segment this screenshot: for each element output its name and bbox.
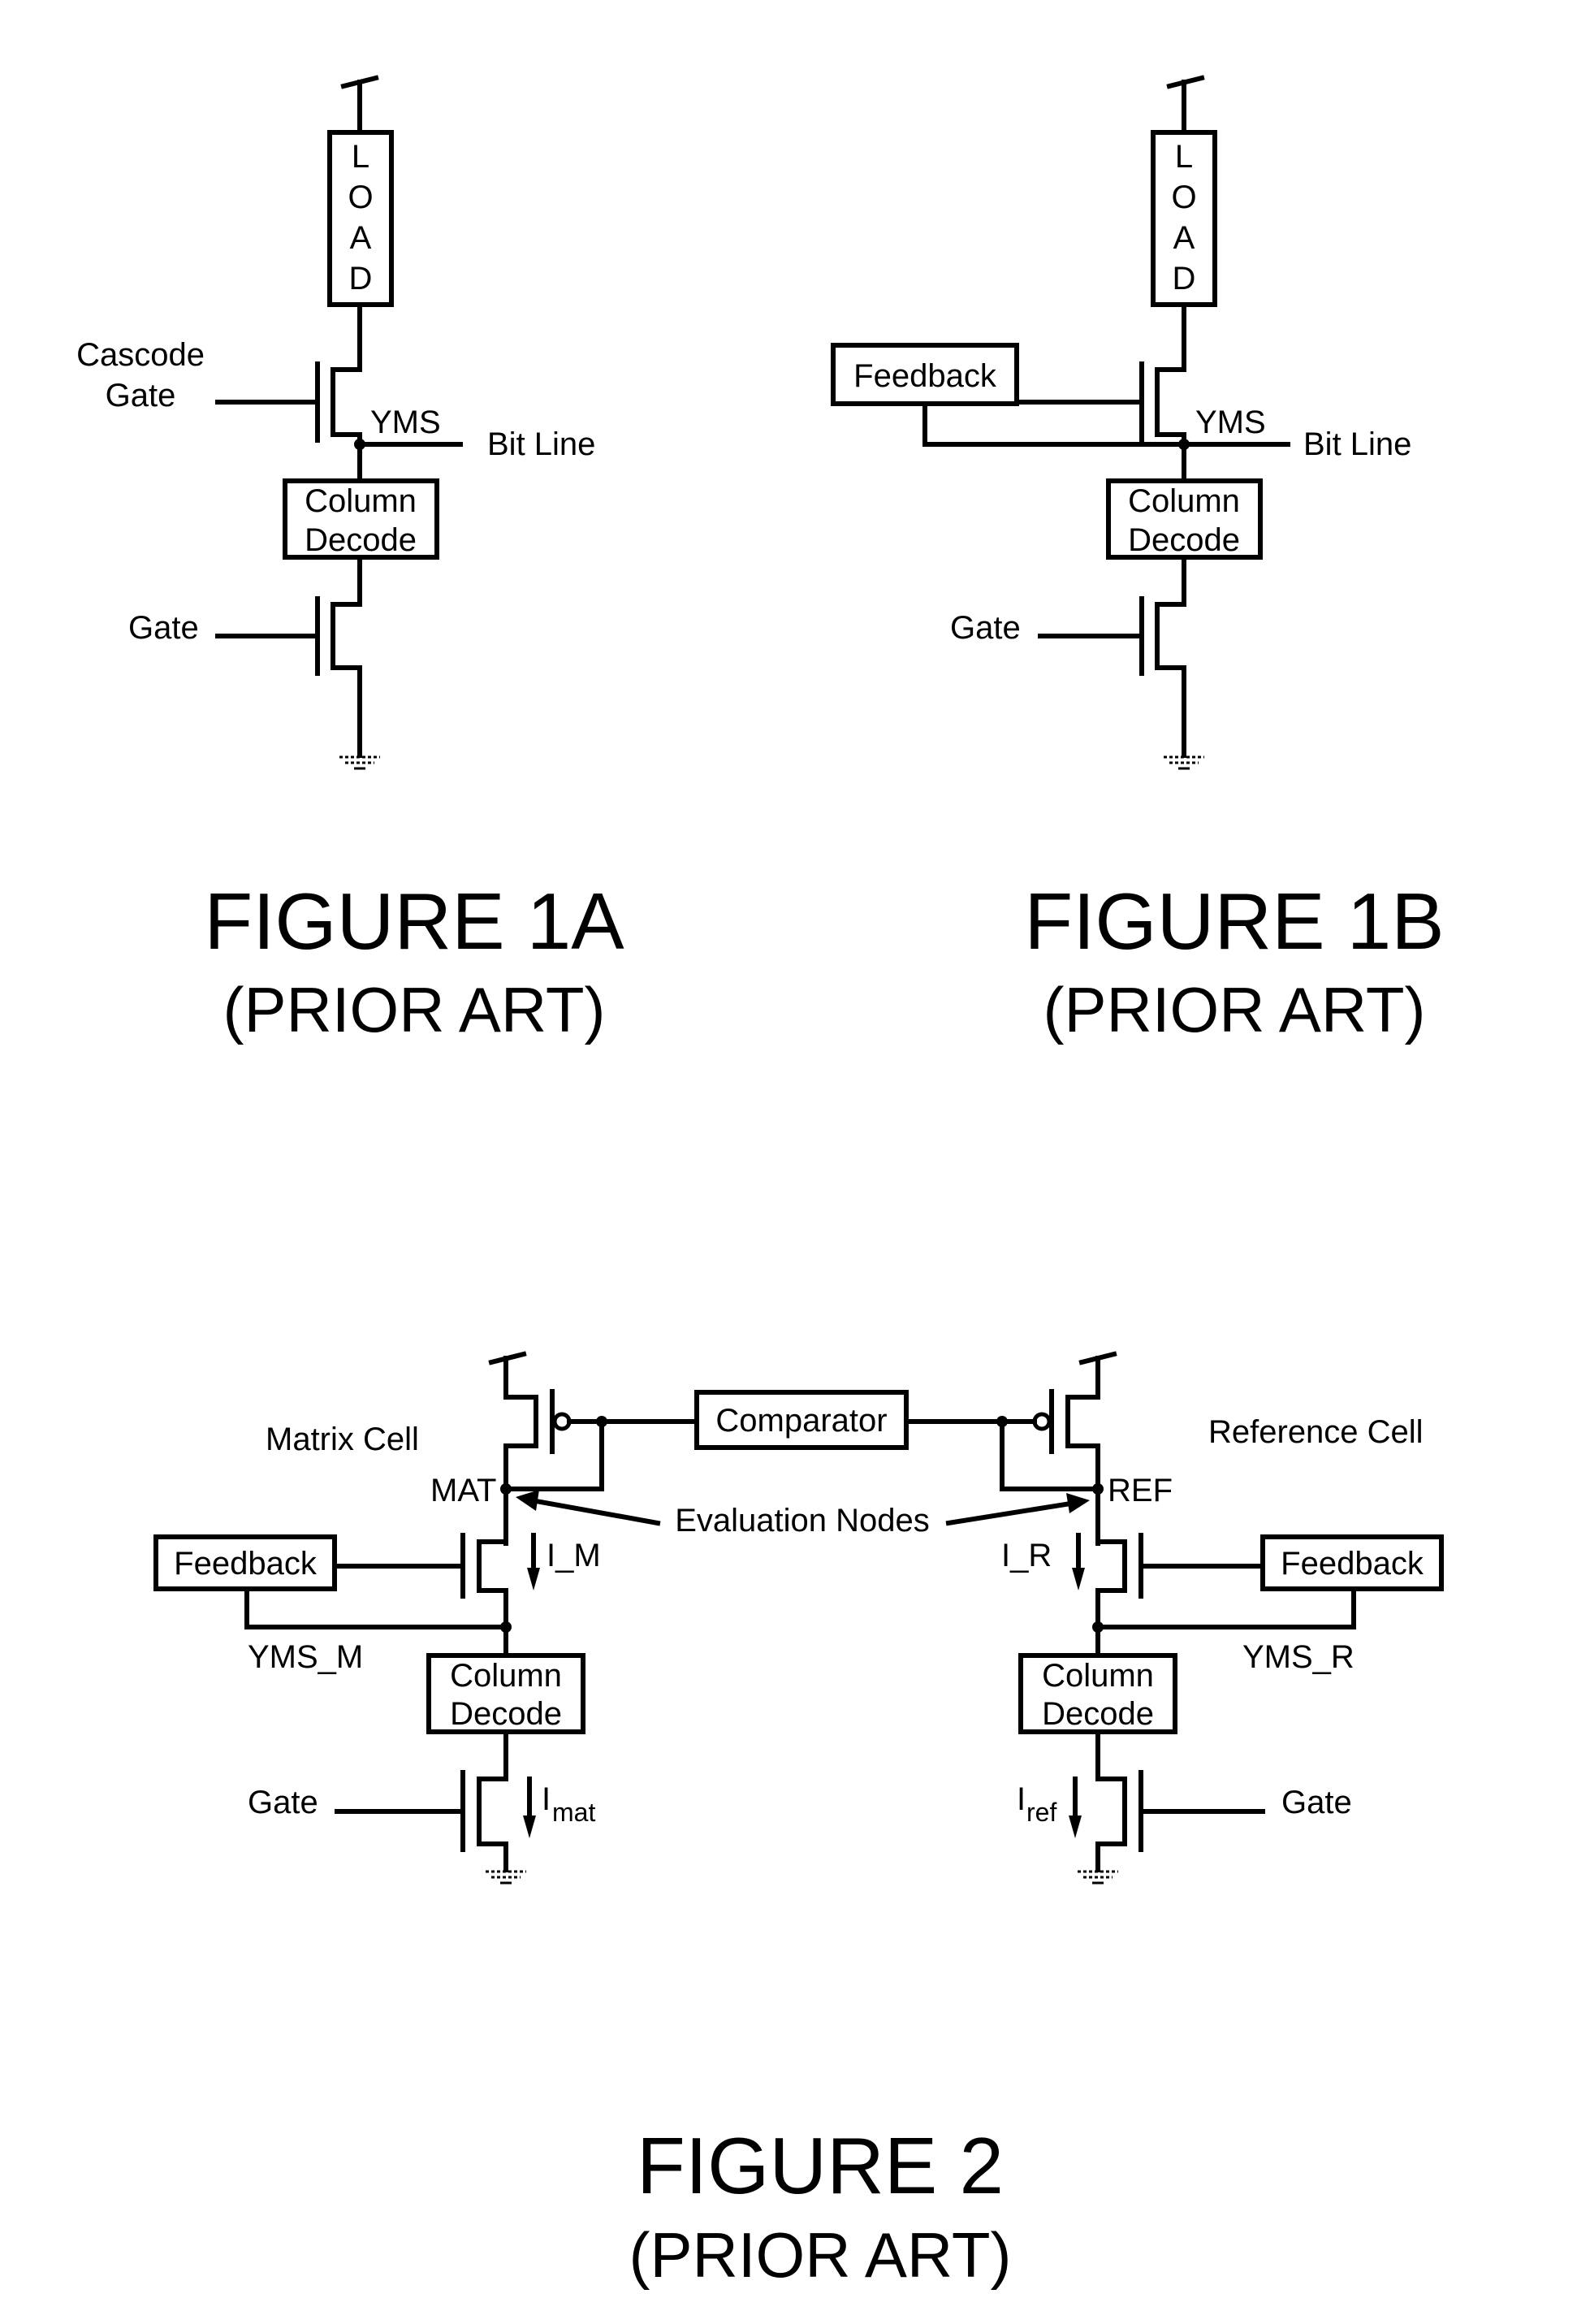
bit-line-label: Bit Line	[487, 426, 595, 462]
gate-transistor-icon	[1038, 555, 1186, 758]
i-ref-label: I	[1017, 1781, 1026, 1817]
evaluation-nodes-label: Evaluation Nodes	[675, 1503, 930, 1539]
feedback-label: Feedback	[853, 358, 997, 394]
i-r-arrow-icon	[1072, 1533, 1085, 1590]
figure-caption: FIGURE 2	[637, 2121, 1004, 2210]
column-decode-label: Column	[1128, 483, 1240, 519]
ref-node-label: REF	[1108, 1473, 1173, 1508]
figure-subcaption: (PRIOR ART)	[1043, 974, 1426, 1045]
load-letter: L	[352, 139, 369, 175]
feedback-sense-wire-left	[244, 1586, 508, 1629]
yms-m-label: YMS_M	[248, 1639, 363, 1675]
load-letter: A	[1173, 220, 1195, 256]
i-mat-subscript: mat	[552, 1798, 595, 1827]
bit-line-label: Bit Line	[1303, 426, 1411, 462]
cascode-gate-label: Cascode	[76, 337, 205, 373]
i-r-label: I_R	[1001, 1538, 1052, 1573]
column-decode-label: Decode	[450, 1696, 562, 1732]
load-letter: O	[348, 180, 373, 215]
load-letter: D	[1173, 261, 1196, 296]
gate-label-left: Gate	[248, 1785, 318, 1820]
figure-1a: L O A D Cascode Gate YMS Bit Line Column…	[76, 75, 624, 1045]
ground-icon	[486, 1841, 526, 1885]
load-letter: D	[349, 261, 373, 296]
i-mat-arrow-icon	[523, 1777, 536, 1838]
feedback-label-right: Feedback	[1281, 1546, 1424, 1582]
gate-label: Gate	[128, 610, 199, 646]
comparator-label: Comparator	[715, 1403, 887, 1439]
load-letter: L	[1175, 139, 1193, 175]
patent-drawing-sheet: L O A D Cascode Gate YMS Bit Line Column…	[76, 75, 1445, 2291]
column-decode-label: Decode	[305, 522, 417, 558]
matrix-gate-transistor-icon	[335, 1729, 508, 1871]
figure-subcaption: (PRIOR ART)	[223, 974, 606, 1045]
matrix-cell-label: Matrix Cell	[266, 1422, 419, 1457]
gate-label-right: Gate	[1281, 1785, 1352, 1820]
figure-2: Comparator Matrix Cell Reference Cell MA…	[153, 1351, 1444, 2291]
feedback-sense-wire-right	[1095, 1586, 1356, 1629]
i-m-label: I_M	[547, 1538, 601, 1573]
i-ref-arrow-icon	[1069, 1777, 1082, 1838]
evaluation-arrow-right-icon	[945, 1493, 1090, 1526]
reference-pmos-load-icon	[904, 1389, 1100, 1491]
figure-caption: FIGURE 1A	[204, 876, 624, 966]
evaluation-arrow-left-icon	[516, 1490, 661, 1526]
yms-r-label: YMS_R	[1242, 1639, 1355, 1675]
figure-subcaption: (PRIOR ART)	[629, 2219, 1012, 2291]
reference-cell-label: Reference Cell	[1208, 1414, 1424, 1450]
matrix-supply-terminal-icon	[488, 1351, 527, 1400]
cascode-transistor-icon	[215, 302, 362, 482]
gate-label: Gate	[950, 610, 1021, 646]
feedback-label-left: Feedback	[174, 1546, 318, 1582]
ground-icon	[1078, 1841, 1118, 1885]
figure-1b: L O A D Feedback YMS Bit Line Column Dec…	[831, 75, 1445, 1045]
matrix-pmos-load-icon	[503, 1389, 699, 1491]
yms-r-node-dot	[1092, 1621, 1104, 1633]
supply-terminal-icon	[1166, 75, 1205, 135]
i-ref-subscript: ref	[1026, 1798, 1056, 1827]
cascode-gate-label: Gate	[106, 378, 176, 413]
figure-caption: FIGURE 1B	[1024, 876, 1444, 966]
ground-icon	[1164, 755, 1204, 770]
yms-m-node-dot	[500, 1621, 512, 1633]
reference-supply-terminal-icon	[1078, 1351, 1117, 1400]
column-decode-label: Decode	[1128, 522, 1240, 558]
load-letter: A	[350, 220, 372, 256]
supply-terminal-icon	[340, 75, 379, 135]
reference-gate-transistor-icon	[1095, 1729, 1265, 1871]
ground-icon	[339, 755, 380, 770]
i-mat-label: I	[542, 1781, 551, 1817]
column-decode-label: Column	[305, 483, 417, 519]
i-m-arrow-icon	[527, 1533, 540, 1590]
load-letter: O	[1171, 180, 1196, 215]
column-decode-label: Column	[1042, 1658, 1154, 1694]
column-decode-label: Decode	[1042, 1696, 1154, 1732]
column-decode-label: Column	[450, 1658, 562, 1694]
feedback-sense-wire	[922, 401, 1186, 447]
cascode-transistor-icon	[1015, 302, 1186, 482]
gate-transistor-icon	[215, 555, 362, 758]
yms-node-label: YMS	[1195, 405, 1266, 440]
yms-node-label: YMS	[370, 405, 441, 440]
mat-node-label: MAT	[430, 1473, 496, 1508]
